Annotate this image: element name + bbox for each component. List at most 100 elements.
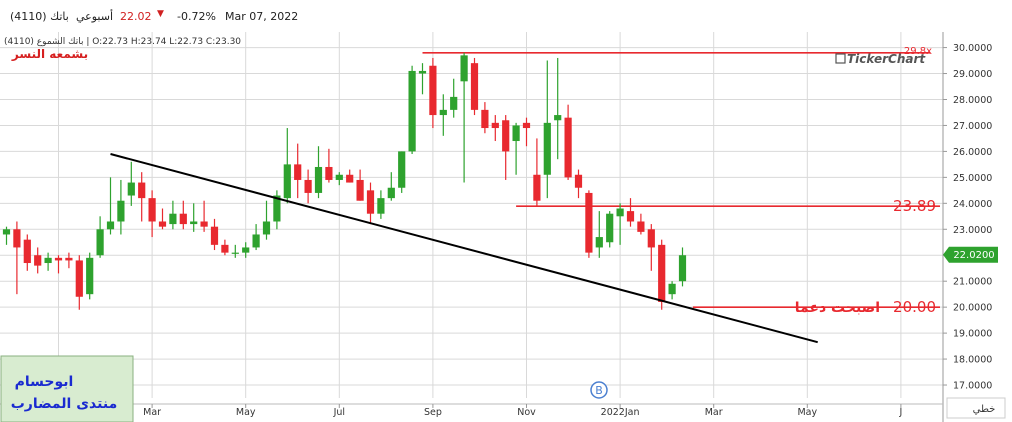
resistance-label: 23.89: [893, 197, 936, 215]
y-tick-label: 17.0000: [953, 381, 992, 392]
price-tag-label: 22.0200: [953, 250, 994, 261]
y-tick-label: 18.0000: [953, 355, 992, 366]
candle: [398, 151, 406, 193]
candle: [158, 208, 167, 230]
candle-body: [252, 234, 260, 248]
candle-body: [304, 179, 312, 193]
candle: [2, 226, 11, 245]
candle: [221, 239, 229, 256]
candle: [606, 211, 614, 248]
candle-body: [429, 65, 437, 116]
candle-body: [75, 260, 83, 297]
candle-body: [606, 213, 614, 243]
candle-body: [158, 221, 167, 227]
candle-body: [262, 221, 271, 235]
x-tick-label: Jul: [333, 407, 345, 418]
author-box: ابوحسام منتدى المضارب: [0, 355, 134, 422]
candle: [377, 190, 385, 219]
candle-body: [408, 70, 416, 152]
candle: [387, 172, 395, 201]
price-axis[interactable]: 30.0000 29.0000 28.0000 27.0000 26.0000 25.00…: [942, 32, 1012, 422]
candle: [585, 190, 593, 258]
candle-body: [647, 229, 655, 248]
candle-body: [179, 213, 187, 225]
candle-body: [574, 174, 583, 188]
candle-body: [242, 247, 250, 253]
candle-body: [86, 257, 94, 295]
candle: [533, 138, 541, 206]
candle-body: [169, 213, 177, 225]
y-tick-label: 19.0000: [953, 329, 992, 340]
candle-body: [366, 190, 375, 214]
last-price-tag: 22.0200: [943, 246, 998, 263]
candle-body: [554, 115, 562, 121]
candle-body: [460, 55, 468, 82]
candle: [314, 146, 323, 199]
candle-body: [138, 182, 146, 199]
candle: [169, 200, 177, 230]
candle-body: [377, 198, 385, 214]
candle: [335, 172, 343, 186]
candle: [325, 148, 333, 183]
candle-body: [96, 229, 104, 256]
y-tick-label: 20.0000: [953, 303, 992, 314]
x-tick-label: J: [898, 407, 902, 418]
candle: [502, 115, 510, 180]
scale-mode-button[interactable]: خطي: [946, 397, 1006, 419]
candle: [179, 200, 187, 230]
candle-body: [190, 221, 198, 225]
candle: [616, 203, 624, 245]
price-chart[interactable]: 30.0000 29.0000 28.0000 27.0000 26.0000 25.00…: [0, 0, 1012, 422]
candle-body: [637, 221, 645, 232]
candle: [491, 115, 499, 142]
x-tick-label: May: [797, 407, 817, 418]
candle: [273, 190, 281, 230]
x-tick-label: Mar: [143, 407, 161, 418]
candle-body: [54, 257, 63, 261]
candle-body: [335, 174, 343, 180]
candle: [34, 247, 42, 274]
ohlc-info: (4110) باتك الشموع | O:22.73 H:23.74 L:2…: [4, 37, 241, 47]
candle-body: [117, 200, 125, 222]
x-tick-label: Mar: [705, 407, 723, 418]
candle-body: [616, 208, 624, 217]
candle: [200, 200, 208, 232]
candle: [512, 122, 520, 175]
candle: [564, 104, 572, 180]
candle-body: [658, 244, 666, 302]
candle: [262, 200, 271, 240]
candle-body: [2, 229, 11, 235]
top-line-label: 29.8x: [904, 46, 932, 57]
candle-body: [346, 174, 354, 183]
candle-body: [595, 237, 603, 248]
candle: [75, 255, 83, 310]
candle: [470, 57, 479, 116]
candle-body: [470, 63, 479, 110]
candle: [138, 172, 146, 222]
y-tick-label: 21.0000: [953, 277, 992, 288]
chart-type-label: بشمعه النسر: [11, 47, 88, 61]
y-tick-label: 29.0000: [953, 69, 992, 80]
candle: [346, 169, 354, 183]
time-axis[interactable]: 2021JanMarMayJulSepNov2022JanMarMayJ: [0, 403, 943, 418]
candle-body: [44, 257, 52, 264]
event-marker[interactable]: B: [590, 381, 608, 399]
candle-body: [585, 192, 593, 253]
candle: [117, 179, 125, 235]
candle-body: [148, 198, 156, 222]
candle-body: [221, 244, 229, 253]
candle: [429, 57, 437, 129]
candle-body: [294, 164, 302, 180]
candle-body: [564, 117, 572, 178]
y-tick-label: 25.0000: [953, 173, 992, 184]
x-tick-label: Sep: [424, 407, 442, 418]
candle: [439, 94, 447, 136]
candle-body: [626, 211, 635, 222]
candle: [304, 169, 312, 204]
candle: [522, 117, 531, 147]
candle-body: [439, 109, 447, 116]
candle: [356, 169, 364, 201]
candle: [626, 198, 635, 227]
author-name: ابوحسام: [15, 374, 74, 390]
candle: [96, 216, 104, 258]
